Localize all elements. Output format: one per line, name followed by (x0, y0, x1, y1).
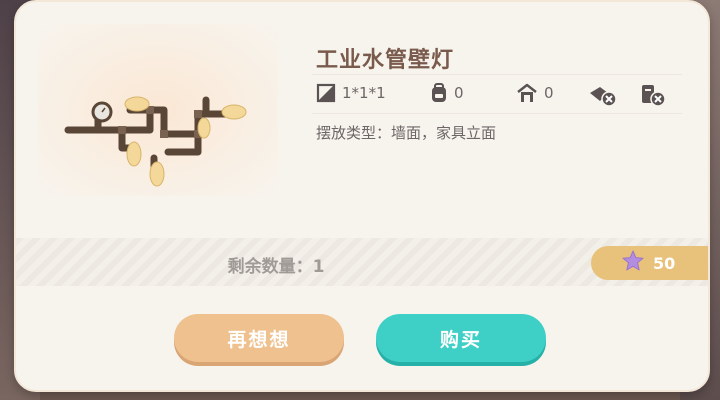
pipe-lamp-image (64, 96, 247, 187)
star-icon (621, 249, 645, 277)
stat-home: 0 (516, 83, 554, 103)
stat-size: 1*1*1 (316, 83, 386, 103)
item-purchase-dialog: 工业水管壁灯 1*1*1 0 0 摆放类型：墙面，家具立面 剩余数量：1 50 … (14, 0, 710, 392)
placement-type: 摆放类型：墙面，家具立面 (316, 124, 497, 142)
stat-backpack: 0 (430, 83, 464, 103)
item-stats-row: 1*1*1 0 0 (312, 74, 682, 114)
size-value: 1*1*1 (342, 84, 386, 102)
think-again-button[interactable]: 再想想 (174, 314, 344, 362)
home-count: 0 (544, 84, 554, 102)
gift-disabled-icon (588, 83, 618, 107)
remaining-quantity: 剩余数量：1 (227, 257, 325, 277)
trade-disabled-icon (638, 83, 668, 107)
house-icon (516, 83, 538, 103)
buy-button[interactable]: 购买 (376, 314, 546, 362)
backpack-icon (430, 83, 448, 103)
backpack-count: 0 (454, 84, 464, 102)
price-value: 50 (653, 253, 676, 273)
price-badge: 50 (591, 246, 708, 280)
item-title: 工业水管壁灯 (316, 48, 455, 73)
size-cube-icon (316, 83, 336, 103)
item-preview (38, 24, 278, 196)
